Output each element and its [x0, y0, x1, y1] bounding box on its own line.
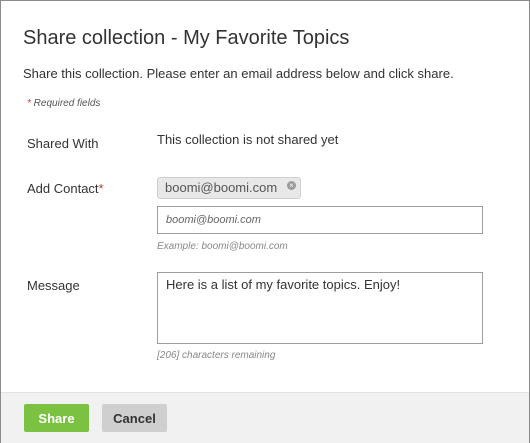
- dialog-title: Share collection - My Favorite Topics: [23, 27, 350, 49]
- message-textarea[interactable]: Here is a list of my favorite topics. En…: [157, 272, 483, 344]
- shared-with-value: This collection is not shared yet: [157, 132, 339, 147]
- message-label: Message: [27, 278, 80, 293]
- contact-chip: boomi@boomi.com ×: [157, 177, 301, 199]
- share-button[interactable]: Share: [24, 404, 89, 432]
- contact-chip-email: boomi@boomi.com: [165, 180, 278, 195]
- add-contact-label-text: Add Contact: [27, 181, 99, 196]
- chip-remove-icon[interactable]: ×: [287, 181, 296, 190]
- required-fields-note: * Required fields: [27, 98, 100, 109]
- dialog-description: Share this collection. Please enter an e…: [23, 66, 454, 81]
- add-contact-required-star: *: [98, 181, 104, 196]
- email-example-hint: Example: boomi@boomi.com: [157, 241, 288, 252]
- dialog-footer: Share Cancel: [1, 392, 529, 443]
- add-contact-label: Add Contact*: [27, 181, 104, 196]
- required-fields-text: Required fields: [30, 98, 101, 109]
- shared-with-label: Shared With: [27, 136, 99, 151]
- characters-remaining-hint: [206] characters remaining: [157, 350, 276, 361]
- add-contact-input[interactable]: [157, 206, 483, 234]
- share-collection-dialog: Share collection - My Favorite Topics Sh…: [0, 0, 530, 443]
- cancel-button[interactable]: Cancel: [102, 404, 167, 432]
